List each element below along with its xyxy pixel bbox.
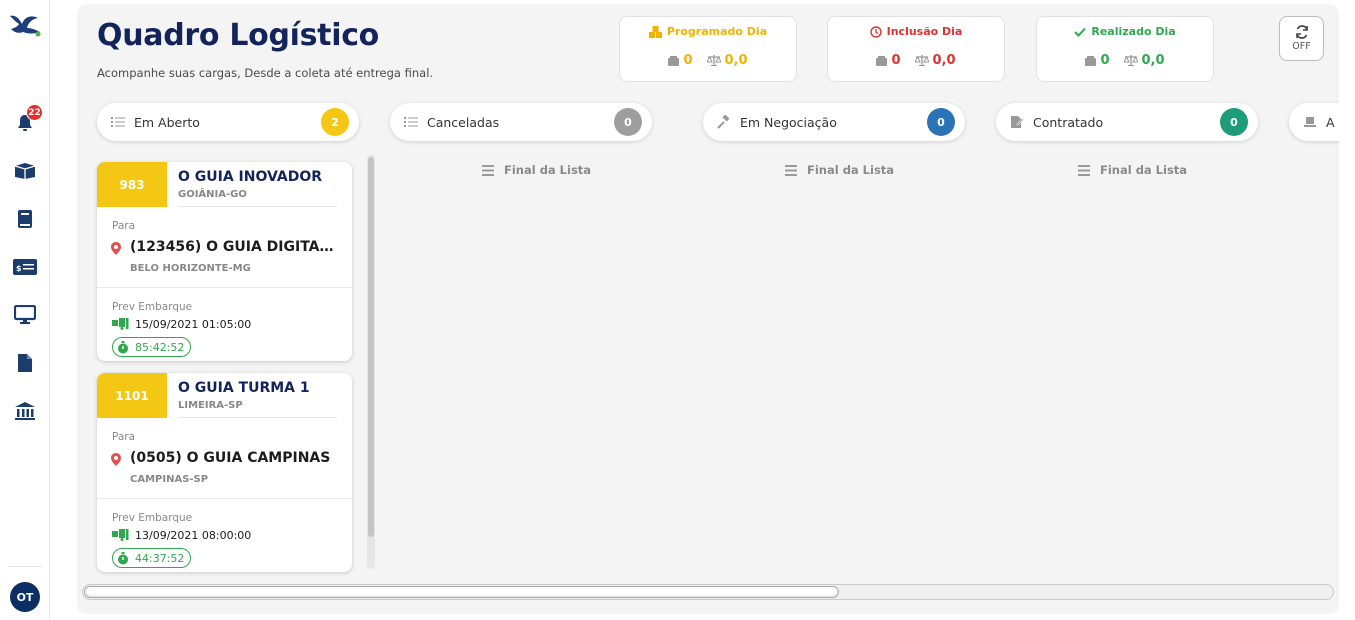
refresh-icon [1295, 25, 1308, 39]
tab-count: 0 [614, 108, 642, 136]
column-scrollbar-thumb[interactable] [368, 157, 374, 537]
clock-icon [869, 25, 882, 38]
shipment-date: 13/09/2021 08:00:00 [135, 529, 252, 542]
tab-count: 0 [927, 108, 955, 136]
signature-icon [1010, 115, 1024, 129]
bank-icon[interactable] [12, 398, 38, 424]
shipment-date: 15/09/2021 01:05:00 [135, 318, 252, 331]
tab-next-partial[interactable]: A [1289, 103, 1339, 141]
board-scrollbar-thumb[interactable] [84, 586, 839, 598]
load-number: 983 [97, 162, 167, 207]
to-label: Para [112, 220, 136, 232]
page-title: Quadro Logístico [97, 18, 379, 53]
stat-boxes: 0 [1100, 53, 1110, 68]
tab-label: A [1326, 114, 1335, 130]
map-marker-icon [111, 453, 121, 466]
tab-canceladas[interactable]: Canceladas 0 [390, 103, 652, 141]
load-card[interactable]: 983 O GUIA INOVADOR GOIÂNIA-GO Para (123… [97, 162, 352, 361]
box-small-icon [1085, 55, 1097, 66]
tab-em-aberto[interactable]: Em Aberto 2 [97, 103, 359, 141]
stopwatch-icon [118, 340, 128, 353]
destination-city: BELO HORIZONTE-MG [130, 263, 251, 274]
tab-contratado[interactable]: Contratado 0 [996, 103, 1258, 141]
money-bill-icon[interactable]: $ [12, 254, 38, 280]
prev-embarque-label: Prev Embarque [112, 301, 193, 313]
book-icon[interactable] [12, 206, 38, 232]
svg-text:$: $ [16, 264, 22, 273]
list-icon [404, 115, 418, 129]
map-marker-icon [111, 242, 121, 255]
to-label: Para [112, 431, 136, 443]
truck-loading-icon [112, 318, 129, 330]
box-small-icon [876, 55, 888, 66]
column-scrollbar[interactable] [367, 155, 375, 569]
avatar[interactable]: OT [10, 582, 40, 612]
load-number: 1101 [97, 373, 167, 418]
align-justify-icon [482, 164, 494, 176]
stat-inclusao-dia: Inclusão Dia 0 0,0 [827, 16, 1005, 82]
align-justify-icon [785, 164, 797, 176]
sidebar: 22 $ OT [0, 0, 50, 620]
origin-name: O GUIA INOVADOR [178, 169, 323, 185]
origin-name: O GUIA TURMA 1 [178, 380, 310, 396]
check-icon [1074, 27, 1087, 37]
gavel-icon [717, 115, 731, 129]
stopwatch-icon [118, 551, 128, 564]
boxes-icon [648, 25, 662, 38]
tab-count: 2 [321, 108, 349, 136]
tab-label: Em Negociação [740, 114, 837, 130]
tab-label: Em Aberto [134, 114, 200, 130]
destination-name: (0505) O GUIA CAMPINAS [130, 450, 331, 466]
countdown-timer: 44:37:52 [112, 548, 192, 568]
balance-scale-icon [1123, 55, 1138, 66]
monitor-icon[interactable] [12, 302, 38, 328]
end-of-list-negociacao: Final da Lista [785, 163, 894, 177]
bird-logo-icon[interactable] [8, 10, 42, 40]
end-of-list-canceladas: Final da Lista [482, 163, 591, 177]
stat-boxes: 0 [683, 53, 693, 68]
tab-label: Contratado [1033, 114, 1104, 130]
divider [178, 417, 337, 418]
tab-em-negociacao[interactable]: Em Negociação 0 [703, 103, 965, 141]
truck-loading-icon [112, 529, 129, 541]
page-subtitle: Acompanhe suas cargas, Desde a coleta at… [97, 66, 434, 80]
tab-count: 0 [1220, 108, 1248, 136]
stat-weight: 0,0 [1141, 53, 1165, 68]
list-icon [111, 115, 125, 129]
stat-weight: 0,0 [932, 53, 956, 68]
stat-programado-dia: Programado Dia 0 0,0 [619, 16, 797, 82]
sidebar-divider [8, 566, 42, 567]
load-card[interactable]: 1101 O GUIA TURMA 1 LIMEIRA-SP Para (050… [97, 373, 352, 572]
bell-icon[interactable]: 22 [12, 104, 43, 136]
stat-realizado-dia: Realizado Dia 0 0,0 [1036, 16, 1214, 82]
align-justify-icon [1078, 164, 1090, 176]
end-of-list-contratado: Final da Lista [1078, 163, 1187, 177]
stat-title: Inclusão Dia [886, 25, 963, 38]
origin-city: GOIÂNIA-GO [178, 189, 247, 200]
stat-title: Realizado Dia [1091, 25, 1176, 38]
refresh-status: OFF [1292, 41, 1311, 52]
origin-city: LIMEIRA-SP [178, 400, 243, 411]
balance-scale-icon [914, 55, 929, 66]
destination-name: (123456) O GUIA DIGITAL ... [130, 239, 340, 255]
divider [97, 498, 352, 499]
countdown-timer: 85:42:52 [112, 337, 192, 357]
box-icon[interactable] [12, 158, 38, 184]
balance-scale-icon [706, 55, 721, 66]
board-horizontal-scrollbar[interactable] [82, 584, 1334, 600]
stat-boxes: 0 [891, 53, 901, 68]
notification-badge: 22 [26, 104, 43, 121]
box-small-icon [668, 55, 680, 66]
auto-refresh-toggle[interactable]: OFF [1279, 16, 1324, 61]
stat-weight: 0,0 [724, 53, 748, 68]
divider [178, 206, 337, 207]
prev-embarque-label: Prev Embarque [112, 512, 193, 524]
file-icon[interactable] [12, 350, 38, 376]
destination-city: CAMPINAS-SP [130, 474, 209, 485]
divider [97, 287, 352, 288]
stat-title: Programado Dia [666, 25, 768, 38]
dolly-icon [1303, 115, 1317, 129]
tab-label: Canceladas [427, 114, 500, 130]
logistics-board: Quadro Logístico Acompanhe suas cargas, … [77, 4, 1339, 614]
